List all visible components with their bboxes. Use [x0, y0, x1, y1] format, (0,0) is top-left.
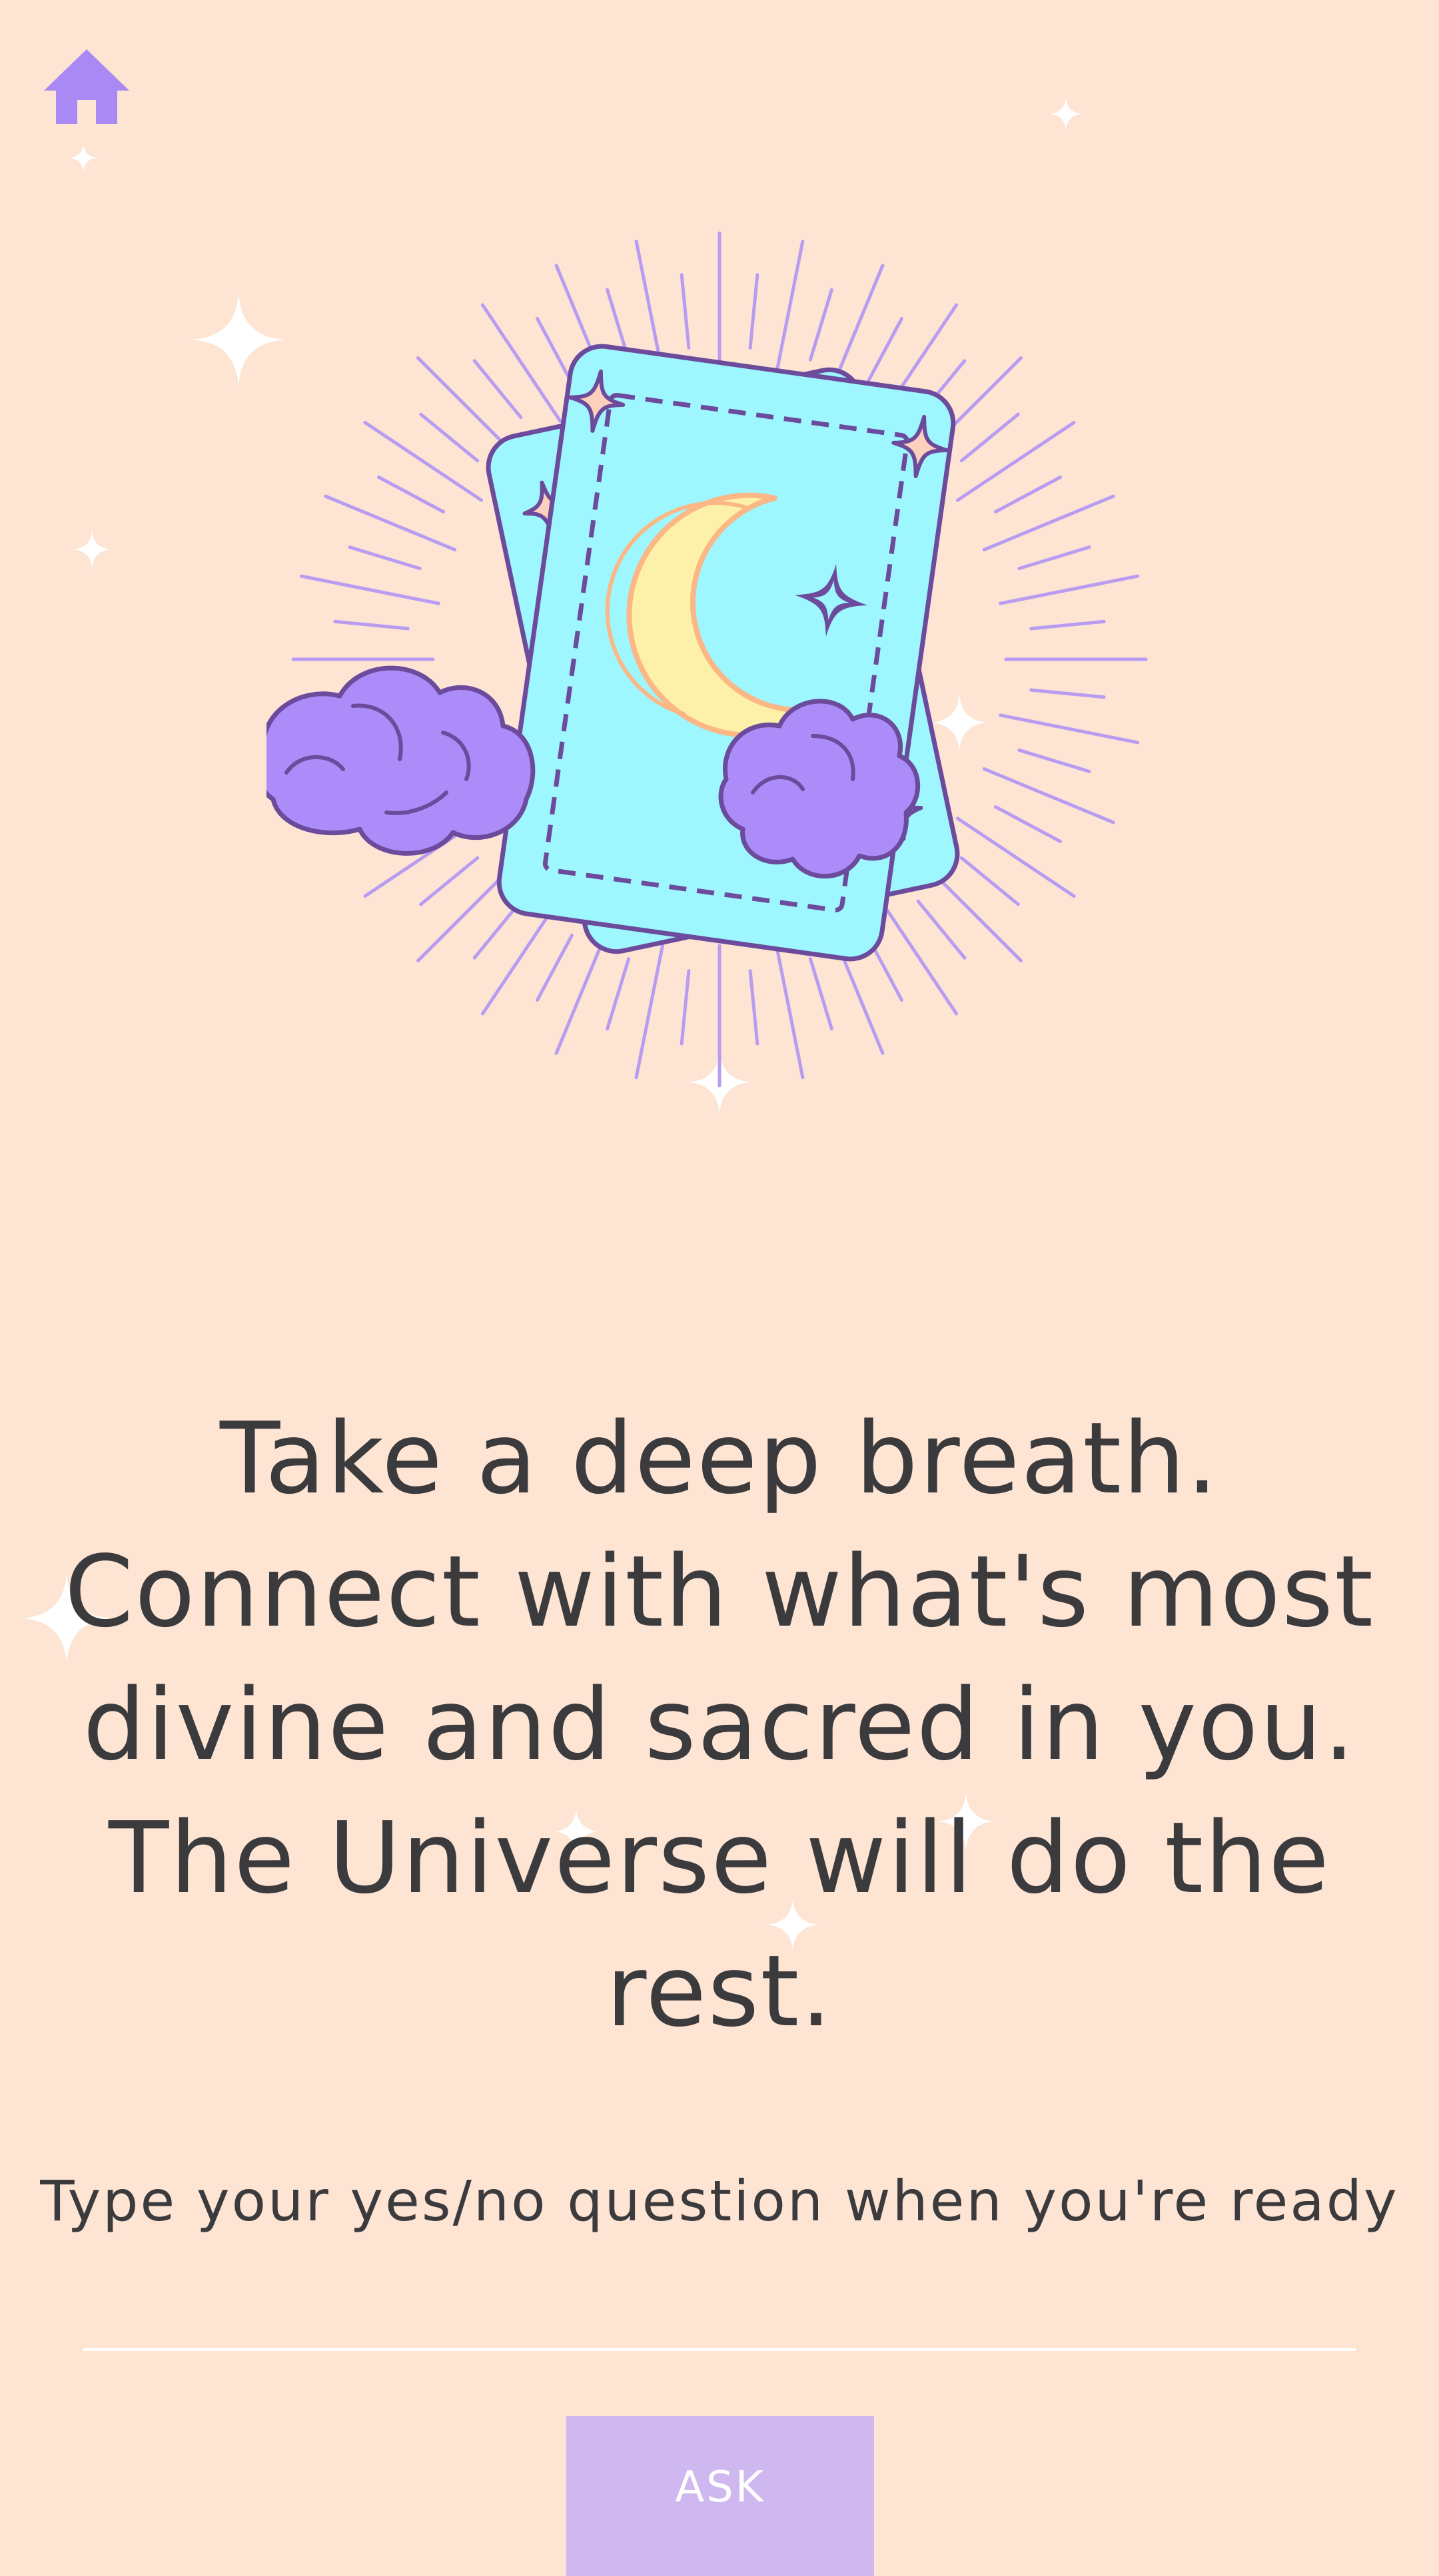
question-prompt: Type your yes/no question when you're re… — [40, 2168, 1399, 2234]
sunburst-ray — [536, 317, 574, 385]
ask-button[interactable]: ASK — [566, 2416, 874, 2576]
sunburst-ray — [680, 273, 691, 350]
sunburst-ray — [1017, 545, 1091, 571]
sparkle-icon — [1050, 98, 1082, 130]
sunburst-ray — [982, 494, 1115, 551]
sunburst-ray — [959, 856, 1020, 906]
tarot-cards-illustration — [266, 231, 1148, 1088]
sunburst-ray — [419, 412, 480, 463]
sunburst-ray — [480, 303, 562, 423]
sunburst-ray — [536, 934, 574, 1002]
sunburst-ray — [994, 476, 1062, 513]
sunburst-ray — [1029, 619, 1106, 631]
home-button[interactable] — [41, 47, 132, 127]
sunburst-ray — [634, 938, 666, 1080]
sunburst-ray — [982, 767, 1115, 824]
sunburst-ray — [324, 494, 457, 551]
main-message: Take a deep breath. Connect with what's … — [64, 1401, 1375, 2049]
sunburst-ray — [808, 957, 833, 1031]
home-icon — [44, 49, 129, 124]
sparkle-icon — [69, 143, 98, 172]
sunburst-ray — [299, 574, 440, 605]
sunburst-ray — [877, 896, 959, 1016]
sunburst-ray — [959, 412, 1020, 463]
sunburst-ray — [348, 545, 422, 571]
sunburst-ray — [994, 805, 1062, 843]
sunburst-ray — [748, 969, 759, 1046]
sparkle-icon — [73, 530, 111, 569]
sunburst-ray — [999, 574, 1140, 605]
sunburst-ray — [1029, 688, 1106, 699]
sunburst-ray — [680, 969, 691, 1046]
question-input[interactable] — [83, 2278, 1356, 2351]
sunburst-ray — [748, 273, 759, 350]
sunburst-ray — [472, 359, 523, 420]
sunburst-ray — [865, 317, 903, 385]
sunburst-ray — [1017, 748, 1091, 773]
sunburst-ray — [773, 938, 805, 1080]
sunburst-ray — [956, 420, 1076, 502]
sunburst-ray — [377, 476, 445, 513]
sunburst-ray — [773, 239, 805, 380]
sunburst-ray — [419, 856, 480, 906]
sunburst-ray — [808, 288, 833, 362]
sunburst-ray — [999, 713, 1140, 745]
sunburst-ray — [956, 816, 1076, 898]
sunburst-ray — [916, 899, 967, 960]
sunburst-ray — [606, 957, 631, 1031]
sunburst-ray — [363, 420, 483, 502]
sunburst-ray — [333, 619, 410, 631]
